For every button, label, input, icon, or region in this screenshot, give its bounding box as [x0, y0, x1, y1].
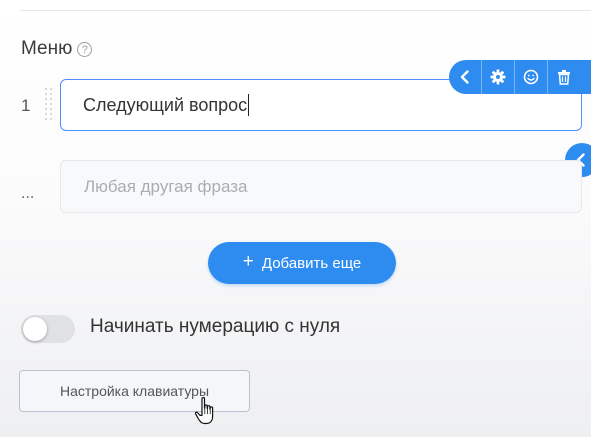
- trash-icon[interactable]: [548, 60, 580, 94]
- text-caret: [248, 94, 250, 116]
- item-toolbar: [449, 60, 591, 94]
- fallback-input[interactable]: Любая другая фраза: [60, 160, 582, 213]
- add-more-label: Добавить еще: [261, 254, 362, 272]
- menu-section-header: Меню ?: [21, 38, 93, 60]
- keyboard-settings-button[interactable]: Настройка клавиатуры: [19, 370, 250, 412]
- plus-icon: +: [242, 251, 254, 272]
- numbering-toggle-label: Начинать нумерацию с нуля: [90, 316, 341, 337]
- menu-item-text: Следующий вопрос: [83, 94, 248, 115]
- toggle-knob: [23, 317, 47, 341]
- menu-item-number: 1: [21, 96, 31, 115]
- add-more-button[interactable]: + Добавить еще: [208, 242, 396, 284]
- smiley-icon[interactable]: [515, 60, 547, 94]
- gear-icon[interactable]: [482, 60, 514, 94]
- fallback-marker: ...: [21, 185, 35, 202]
- numbering-toggle[interactable]: [21, 315, 75, 343]
- chevron-left-icon[interactable]: [449, 60, 481, 94]
- fallback-placeholder: Любая другая фраза: [84, 176, 248, 196]
- question-circle-icon[interactable]: ?: [77, 41, 93, 57]
- menu-title: Меню: [21, 38, 73, 59]
- keyboard-settings-label: Настройка клавиатуры: [59, 383, 210, 399]
- drag-handle-icon[interactable]: [44, 86, 53, 124]
- top-divider: [20, 10, 591, 11]
